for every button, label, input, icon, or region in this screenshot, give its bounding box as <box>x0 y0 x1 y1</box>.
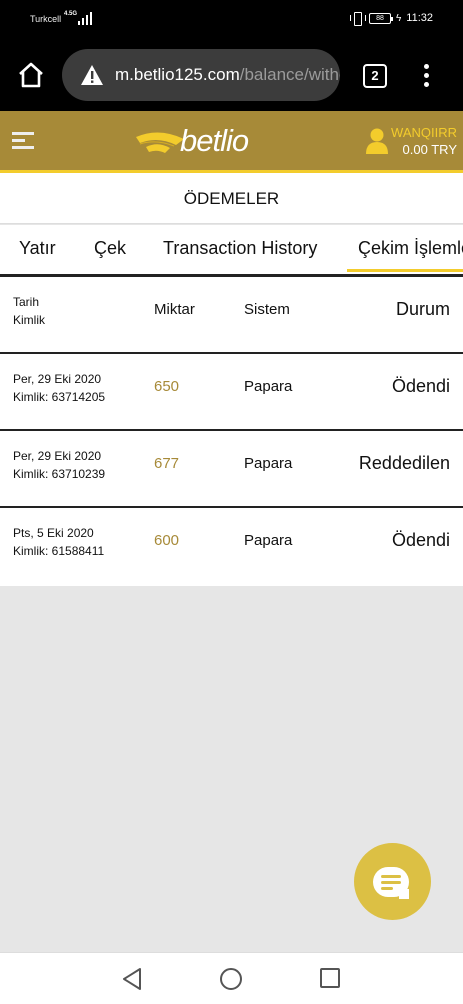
tab-withdrawal-transactions[interactable]: Çekim İşlemle <box>358 238 463 259</box>
tab-transaction-history[interactable]: Transaction History <box>163 238 317 259</box>
betlio-logo[interactable]: betlio <box>134 123 274 159</box>
battery-icon: 88 <box>368 12 393 24</box>
payment-tabs: Yatır Çek Transaction History Çekim İşle… <box>0 225 463 274</box>
row-date: Per, 29 Eki 2020 <box>13 449 102 463</box>
charging-icon: ϟ <box>395 12 402 24</box>
header-date: Tarih <box>13 295 40 309</box>
table-row[interactable]: Per, 29 Eki 2020 Kimlik: 63714205 650 Pa… <box>0 354 463 431</box>
header-system: Sistem <box>244 301 290 318</box>
row-id: Kimlik: 63710239 <box>13 467 106 481</box>
signal-icon <box>74 12 92 25</box>
chat-button[interactable] <box>354 843 431 920</box>
row-date: Per, 29 Eki 2020 <box>13 372 102 386</box>
withdrawal-table: Tarih Kimlik Miktar Sistem Durum Per, 29… <box>0 277 463 586</box>
header-amount: Miktar <box>154 301 195 318</box>
warning-icon[interactable] <box>80 64 104 86</box>
row-amount: 677 <box>154 455 180 472</box>
tab-switcher-button[interactable]: 2 <box>363 64 387 88</box>
username[interactable]: WANQIIRR <box>391 125 457 140</box>
hamburger-icon[interactable] <box>12 132 34 150</box>
table-row[interactable]: Per, 29 Eki 2020 Kimlik: 63710239 677 Pa… <box>0 431 463 508</box>
row-date: Pts, 5 Eki 2020 <box>13 526 94 540</box>
status-bar: Turkcell 4.5G 88 ϟ 11:32 <box>0 0 463 40</box>
home-icon[interactable] <box>16 61 46 89</box>
url-text[interactable]: m.betlio125.com/balance/withc <box>115 65 340 85</box>
logo-text: betlio <box>180 123 249 158</box>
row-amount: 600 <box>154 532 180 549</box>
header-status: Durum <box>395 299 450 319</box>
row-status: Ödendi <box>391 376 450 396</box>
row-id: Kimlik: 61588411 <box>13 544 105 558</box>
vibrate-icon <box>349 12 366 26</box>
browser-menu-icon[interactable] <box>424 64 430 88</box>
browser-toolbar: m.betlio125.com/balance/withc 2 <box>0 40 463 111</box>
row-amount: 650 <box>154 378 180 395</box>
balance: 0.00 TRY <box>402 142 457 157</box>
url-path: /balance/withc <box>239 65 340 84</box>
tab-deposit[interactable]: Yatır <box>19 238 56 259</box>
clock: 11:32 <box>406 12 433 24</box>
header-id: Kimlik <box>13 313 45 327</box>
user-icon[interactable] <box>366 127 388 155</box>
site-header: betlio WANQIIRR 0.00 TRY <box>0 111 463 173</box>
url-domain: m.betlio125.com <box>115 65 240 84</box>
row-system: Papara <box>244 455 293 472</box>
active-tab-indicator <box>347 269 463 272</box>
page-title: ÖDEMELER <box>0 173 463 224</box>
address-bar[interactable]: m.betlio125.com/balance/withc <box>62 49 340 101</box>
system-nav-bar <box>0 952 463 1004</box>
row-system: Papara <box>244 532 293 549</box>
row-status: Ödendi <box>391 530 450 550</box>
recent-apps-icon[interactable] <box>320 968 340 988</box>
row-id: Kimlik: 63714205 <box>13 390 106 404</box>
table-row[interactable]: Pts, 5 Eki 2020 Kimlik: 61588411 600 Pap… <box>0 508 463 586</box>
chat-icon <box>373 867 409 899</box>
tab-withdraw[interactable]: Çek <box>94 238 126 259</box>
back-icon[interactable] <box>121 967 143 991</box>
carrier-name: Turkcell <box>30 14 62 24</box>
row-status: Reddedilen <box>358 453 450 473</box>
row-system: Papara <box>244 378 293 395</box>
table-header: Tarih Kimlik Miktar Sistem Durum <box>0 277 463 354</box>
nav-home-icon[interactable] <box>220 968 242 990</box>
